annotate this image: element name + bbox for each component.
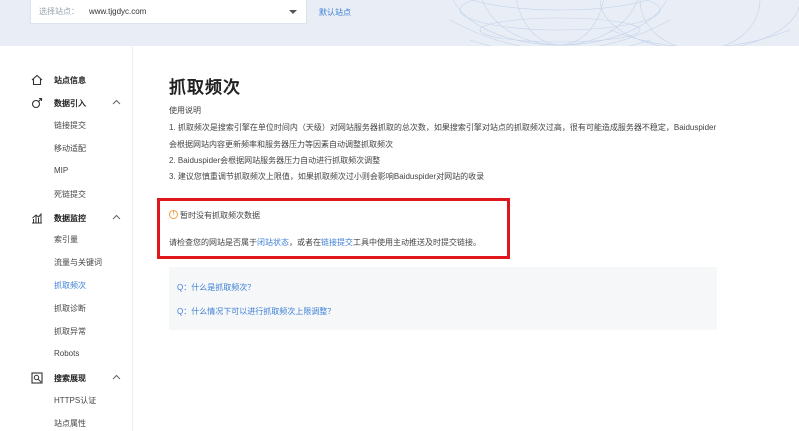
warning-icon: !: [169, 210, 178, 219]
data-import-icon: [31, 97, 43, 109]
default-site-link[interactable]: 默认站点: [319, 7, 351, 18]
site-select-label: 选择站点：: [39, 7, 79, 16]
home-icon: [31, 74, 43, 86]
globe-graphic: [449, 0, 799, 46]
sidebar-item-mobile-adapt[interactable]: 移动适配: [54, 143, 86, 154]
site-select-value: www.tjgdyc.com: [89, 7, 147, 16]
sidebar-group-search-display[interactable]: 搜索展现: [0, 369, 133, 389]
chevron-up-icon[interactable]: [112, 214, 121, 220]
no-data-alert-highlight: [157, 198, 510, 259]
alert-desc-prefix: 请检查您的网站是否属于: [169, 238, 257, 247]
link-submit-link[interactable]: 链接提交: [321, 238, 353, 247]
sidebar-group-site-info[interactable]: 站点信息: [0, 71, 133, 91]
sidebar-group-label: 站点信息: [54, 76, 86, 85]
sidebar-item-dead-link[interactable]: 死链提交: [54, 189, 86, 200]
sidebar-item-mip[interactable]: MIP: [54, 166, 68, 175]
alert-desc-suffix: 工具中使用主动推送及时提交链接。: [353, 238, 481, 247]
sidebar: 站点信息 数据引入 链接提交 移动适配 MIP 死链提交 数据监控 索引量 流量…: [0, 46, 133, 431]
dropdown-caret-icon[interactable]: [289, 10, 297, 14]
sidebar-item-traffic-keywords[interactable]: 流量与关键词: [54, 257, 102, 268]
alert-desc-middle: ，或者在: [289, 238, 321, 247]
page-title: 抓取频次: [169, 78, 241, 97]
usage-line: 2. Baiduspider会根据网站服务器压力自动进行抓取频次调整: [169, 156, 381, 165]
search-display-icon: [31, 372, 43, 384]
closed-site-link[interactable]: 闭站状态: [257, 238, 289, 247]
sidebar-item-site-attributes[interactable]: 站点属性: [54, 418, 86, 429]
sidebar-item-crawl-frequency[interactable]: 抓取频次: [54, 280, 86, 291]
faq-link-when-adjust-limit[interactable]: Q：什么情况下可以进行抓取频次上限调整？: [177, 306, 335, 317]
sidebar-item-crawl-errors[interactable]: 抓取异常: [54, 326, 86, 337]
alert-title: 暂时没有抓取频次数据: [180, 211, 260, 220]
usage-line: 会根据网站内容更新频率和服务器压力等因素自动调整抓取频次: [169, 140, 393, 149]
sidebar-group-label: 数据监控: [54, 214, 86, 223]
sidebar-item-index-volume[interactable]: 索引量: [54, 234, 78, 245]
sidebar-group-label: 搜索展现: [54, 374, 86, 383]
sidebar-item-crawl-diagnosis[interactable]: 抓取诊断: [54, 303, 86, 314]
site-select[interactable]: 选择站点： www.tjgdyc.com: [30, 0, 307, 24]
faq-link-what-is-crawl-frequency[interactable]: Q：什么是抓取频次？: [177, 282, 255, 293]
top-bar: 选择站点： www.tjgdyc.com 默认站点: [0, 0, 799, 46]
sidebar-item-https[interactable]: HTTPS认证: [54, 395, 96, 406]
usage-line: 1. 抓取频次是搜索引擎在单位时间内（天级）对网站服务器抓取的总次数，如果搜索引…: [169, 123, 717, 132]
sidebar-item-robots[interactable]: Robots: [54, 349, 79, 358]
chart-icon: [32, 213, 42, 224]
alert-description: 请检查您的网站是否属于闭站状态，或者在链接提交工具中使用主动推送及时提交链接。: [169, 237, 481, 248]
chevron-up-icon[interactable]: [112, 99, 121, 105]
sidebar-group-label: 数据引入: [54, 99, 86, 108]
sidebar-group-data-import[interactable]: 数据引入: [0, 94, 133, 114]
usage-line: 3. 建议您慎重调节抓取频次上限值，如果抓取频次过小则会影响Baiduspide…: [169, 172, 485, 181]
sidebar-group-data-monitor[interactable]: 数据监控: [0, 209, 133, 229]
usage-title: 使用说明: [169, 106, 201, 115]
chevron-up-icon[interactable]: [112, 374, 121, 380]
faq-panel: [169, 267, 717, 330]
sidebar-item-link-submit[interactable]: 链接提交: [54, 120, 86, 131]
